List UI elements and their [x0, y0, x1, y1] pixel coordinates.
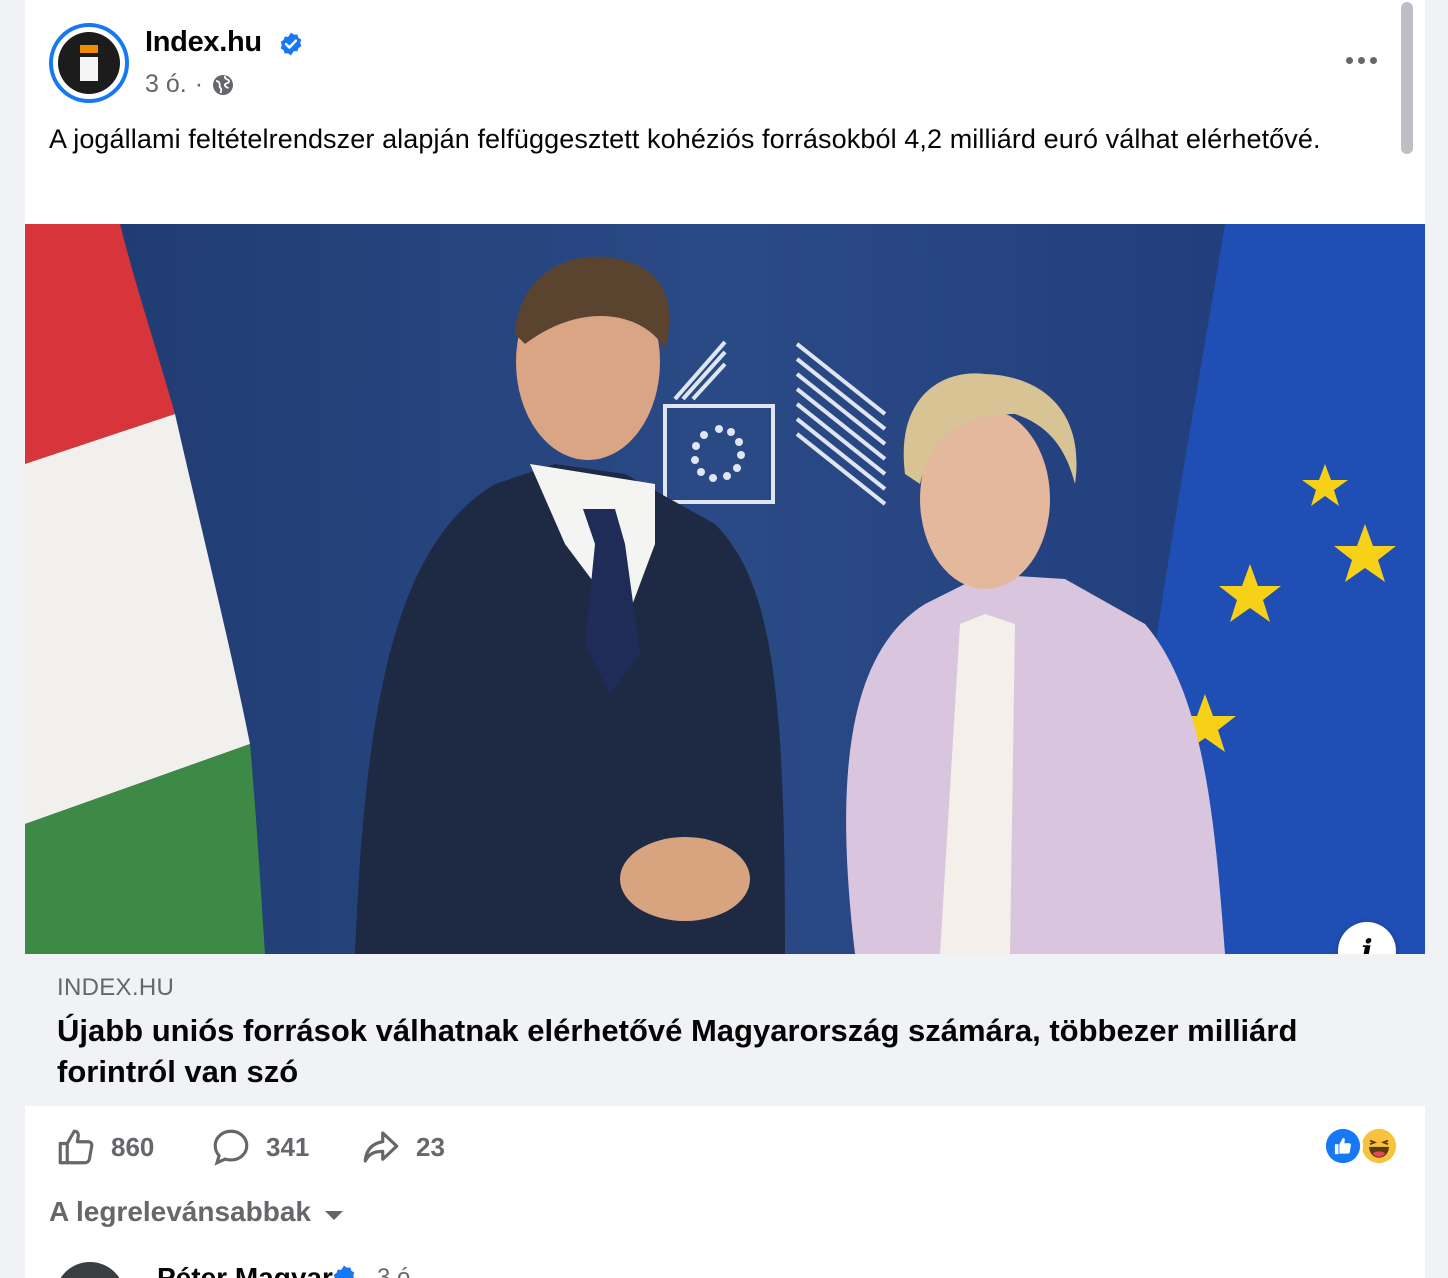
post-time[interactable]: 3 ó.: [145, 70, 187, 99]
post-text: A jogállami feltételrendszer alapján fel…: [49, 124, 1321, 154]
scrollbar-thumb[interactable]: [1401, 2, 1413, 154]
post-card: Index.hu 3 ó. · A jogállami feltételrend…: [25, 0, 1425, 1278]
share-icon: [363, 1131, 399, 1163]
index-logo-icon: [58, 32, 120, 94]
verified-badge-icon: [280, 32, 302, 56]
verified-badge-icon: [333, 1265, 355, 1278]
post-meta: 3 ó. ·: [145, 70, 235, 99]
haha-reaction-icon: [1359, 1126, 1399, 1166]
comment-count: 341: [266, 1131, 310, 1162]
comment-author[interactable]: Péter Magyar: [157, 1262, 333, 1278]
reaction-summary[interactable]: [1323, 1126, 1403, 1168]
meta-separator: ·: [194, 70, 204, 98]
link-preview[interactable]: INDEX.HU Újabb uniós források válhatnak …: [25, 954, 1425, 1106]
comment-icon: [213, 1129, 249, 1166]
scrollbar[interactable]: [1398, 0, 1416, 160]
share-count: 23: [416, 1131, 445, 1162]
handshake-photo: [25, 224, 1425, 954]
comment-time[interactable]: 3 ó.: [377, 1264, 417, 1278]
dropdown-caret-icon: [324, 1210, 343, 1220]
like-count: 860: [111, 1131, 155, 1162]
sort-label: A legrelevánsabbak: [49, 1196, 311, 1227]
link-title[interactable]: Újabb uniós források válhatnak elérhetőv…: [57, 1010, 1357, 1092]
comment-avatar[interactable]: [55, 1262, 125, 1278]
like-button[interactable]: 860: [55, 1112, 154, 1182]
share-button[interactable]: 23: [360, 1112, 445, 1182]
globe-icon: [213, 74, 234, 95]
comment-button[interactable]: 341: [210, 1112, 309, 1182]
page-name[interactable]: Index.hu: [145, 26, 262, 59]
more-options-button[interactable]: [1341, 44, 1381, 76]
more-icon: [1345, 56, 1353, 64]
action-bar: 860 341 23: [25, 1112, 1425, 1182]
page-avatar[interactable]: [49, 23, 129, 103]
comment-sort-dropdown[interactable]: A legrelevánsabbak: [49, 1196, 343, 1228]
link-preview-image[interactable]: [25, 224, 1425, 954]
link-domain: INDEX.HU: [57, 974, 175, 1001]
like-icon: [58, 1129, 94, 1165]
like-reaction-icon: [1323, 1126, 1363, 1166]
